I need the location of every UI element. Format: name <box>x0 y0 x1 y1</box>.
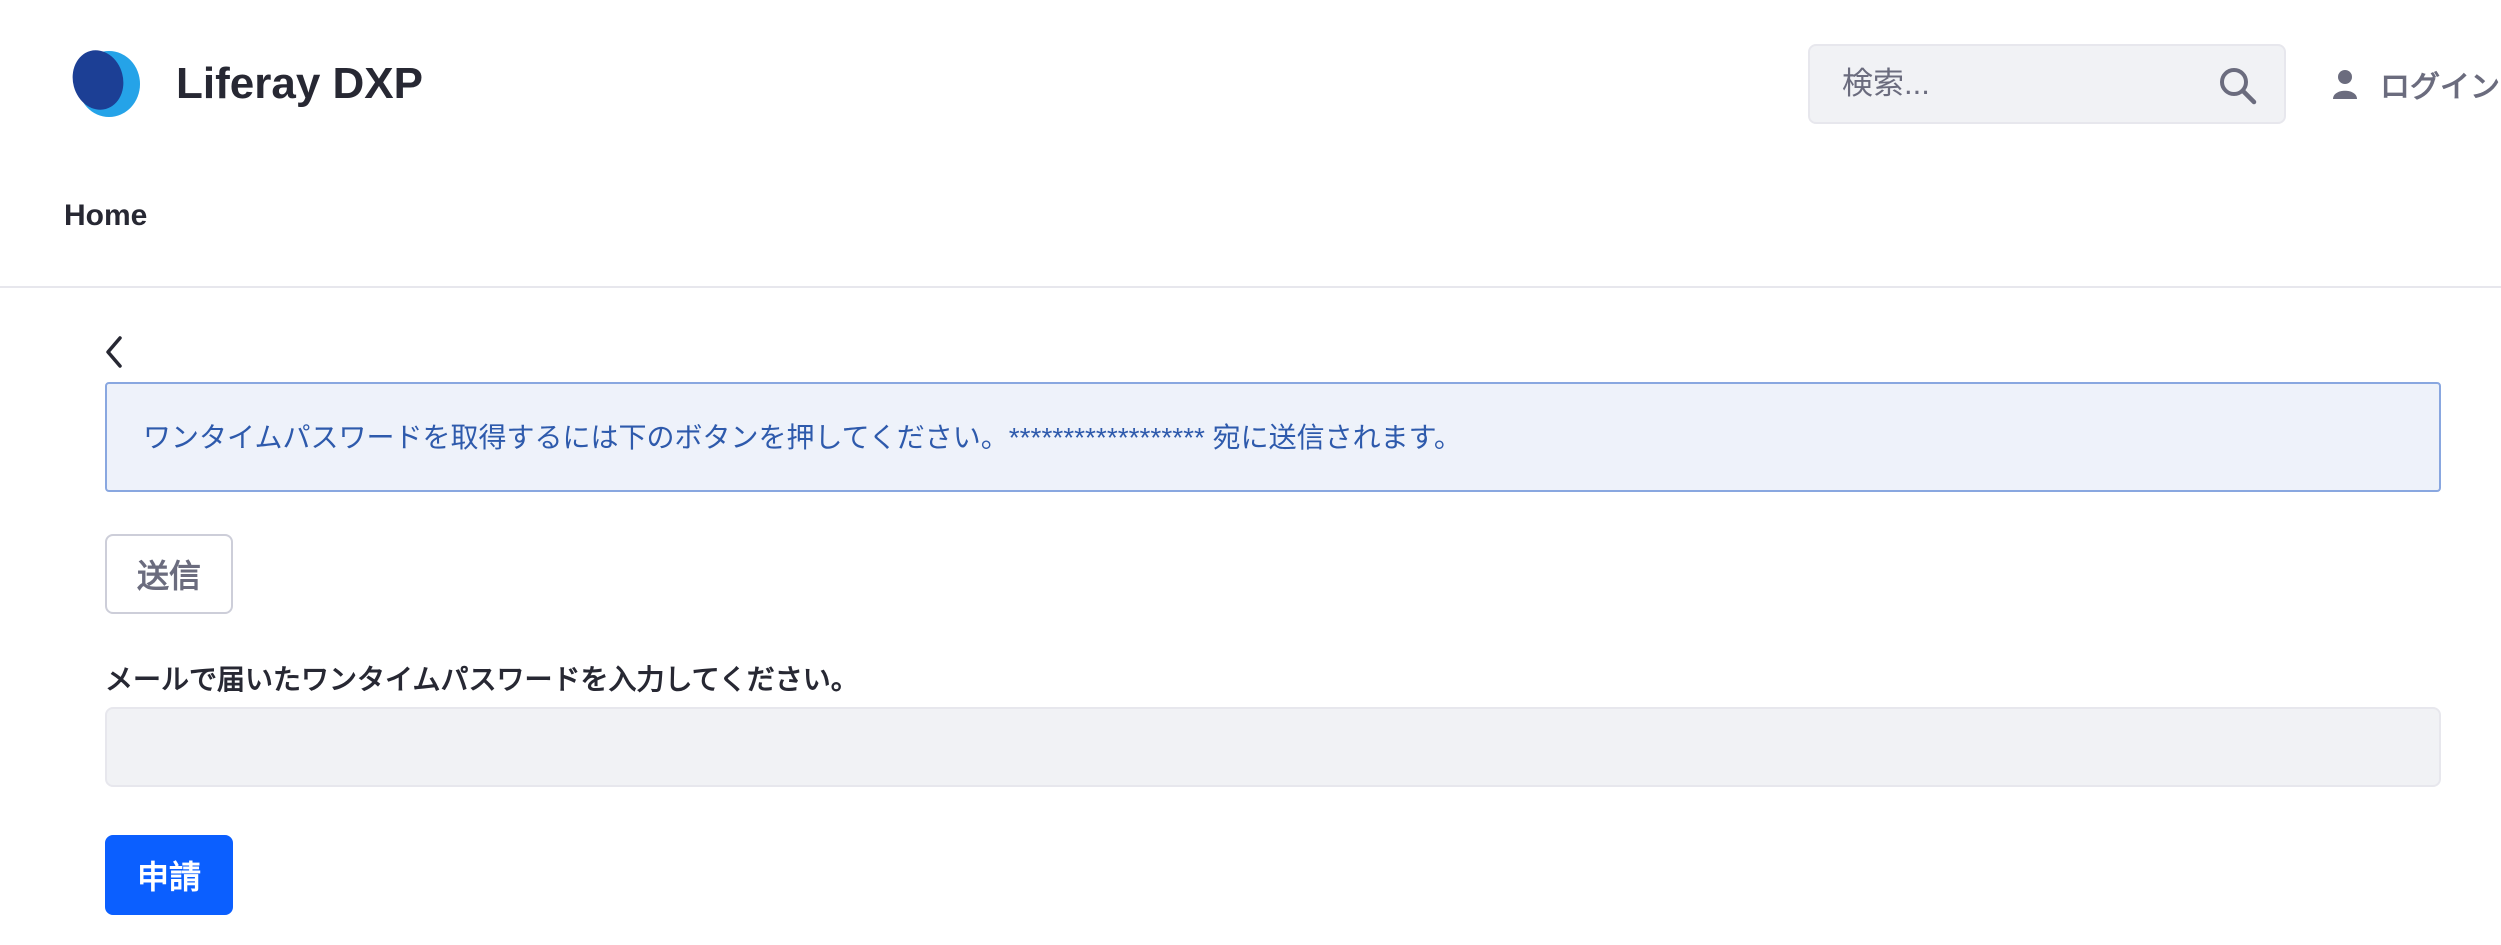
apply-button[interactable]: 申請 <box>105 835 233 915</box>
login-label: ログイン <box>2380 71 2500 104</box>
info-alert: ワンタイムパスワードを取得するには下のボタンを押してください。*********… <box>105 382 2441 492</box>
user-icon <box>2330 68 2360 100</box>
liferay-logo-icon[interactable] <box>64 48 144 120</box>
login-link[interactable]: ログイン <box>2330 56 2500 112</box>
search-input[interactable] <box>1830 46 2190 122</box>
send-button[interactable]: 送信 <box>105 534 233 614</box>
otp-field-label: メールで届いたワンタイムパスワードを入力してください。 <box>105 664 859 695</box>
search-bar <box>1808 44 2286 124</box>
otp-input[interactable] <box>105 707 2441 787</box>
chevron-left-icon[interactable] <box>100 334 130 370</box>
info-alert-text: ワンタイムパスワードを取得するには下のボタンを押してください。*********… <box>143 422 1462 453</box>
nav-item-home[interactable]: Home <box>64 196 147 236</box>
search-icon[interactable] <box>2218 66 2258 106</box>
site-header: Liferay DXP ログイン Home <box>0 0 2501 288</box>
site-name[interactable]: Liferay DXP <box>176 56 423 112</box>
